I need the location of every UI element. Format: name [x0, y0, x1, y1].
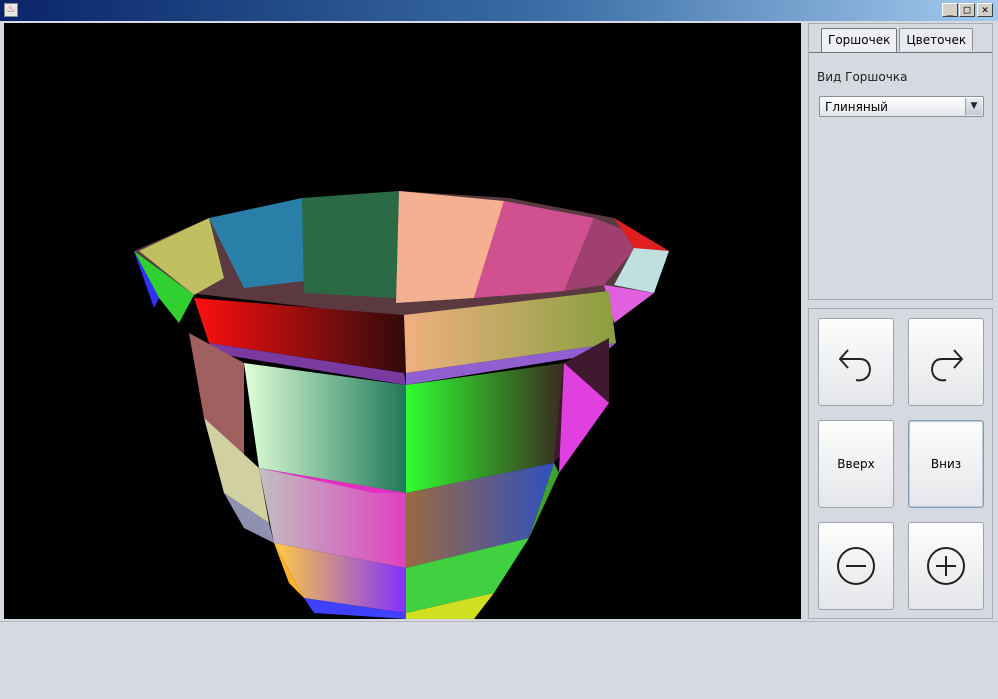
down-button-label: Вниз: [930, 457, 962, 471]
3d-viewport[interactable]: [4, 23, 801, 619]
tab-pot[interactable]: Горшочек: [821, 28, 898, 53]
tab-flower[interactable]: Цветочек: [899, 28, 974, 51]
rotate-right-button[interactable]: [908, 318, 984, 406]
tab-divider: [809, 52, 992, 53]
java-cup-icon: ♨: [4, 3, 18, 17]
rotate-left-button[interactable]: [818, 318, 894, 406]
pot-3d-model: [134, 191, 669, 619]
bottom-panel: [0, 621, 998, 699]
up-button-label: Вверх: [837, 457, 875, 471]
maximize-button[interactable]: □: [959, 3, 975, 17]
chevron-down-icon[interactable]: ▼: [965, 98, 982, 115]
zoom-in-icon: [927, 547, 965, 585]
title-bar: ♨ _ □ ✕: [0, 0, 998, 21]
zoom-out-icon: [837, 547, 875, 585]
rotate-left-icon: [839, 349, 871, 382]
up-button[interactable]: Вверх: [818, 420, 894, 508]
rotate-right-icon: [931, 349, 963, 382]
controls-panel: Вверх Вниз: [808, 308, 993, 619]
minimize-button[interactable]: _: [942, 3, 958, 17]
zoom-out-button[interactable]: [818, 522, 894, 610]
pot-type-label: Вид Горшочка: [817, 70, 908, 84]
pot-type-value: Глиняный: [825, 100, 888, 114]
pot-type-select[interactable]: Глиняный ▼: [819, 96, 984, 117]
zoom-in-button[interactable]: [908, 522, 984, 610]
down-button[interactable]: Вниз: [908, 420, 984, 508]
settings-panel: Горшочек Цветочек Вид Горшочка Глиняный …: [808, 23, 993, 300]
close-button[interactable]: ✕: [977, 3, 993, 17]
tab-strip: Горшочек Цветочек: [821, 28, 975, 53]
